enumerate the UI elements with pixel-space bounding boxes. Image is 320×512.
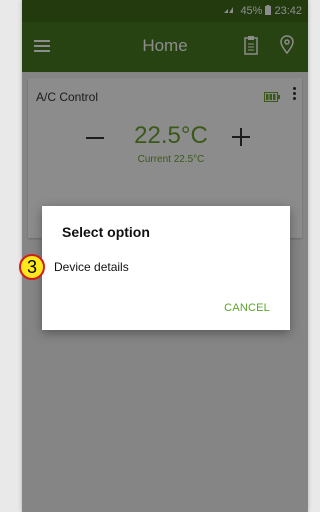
cancel-button[interactable]: CANCEL [224,302,270,314]
select-option-dialog: Select option Device details CANCEL [42,206,290,330]
step-number-badge: 3 [19,254,45,280]
dialog-title: Select option [62,224,150,240]
device-details-option[interactable]: Device details [54,260,129,274]
